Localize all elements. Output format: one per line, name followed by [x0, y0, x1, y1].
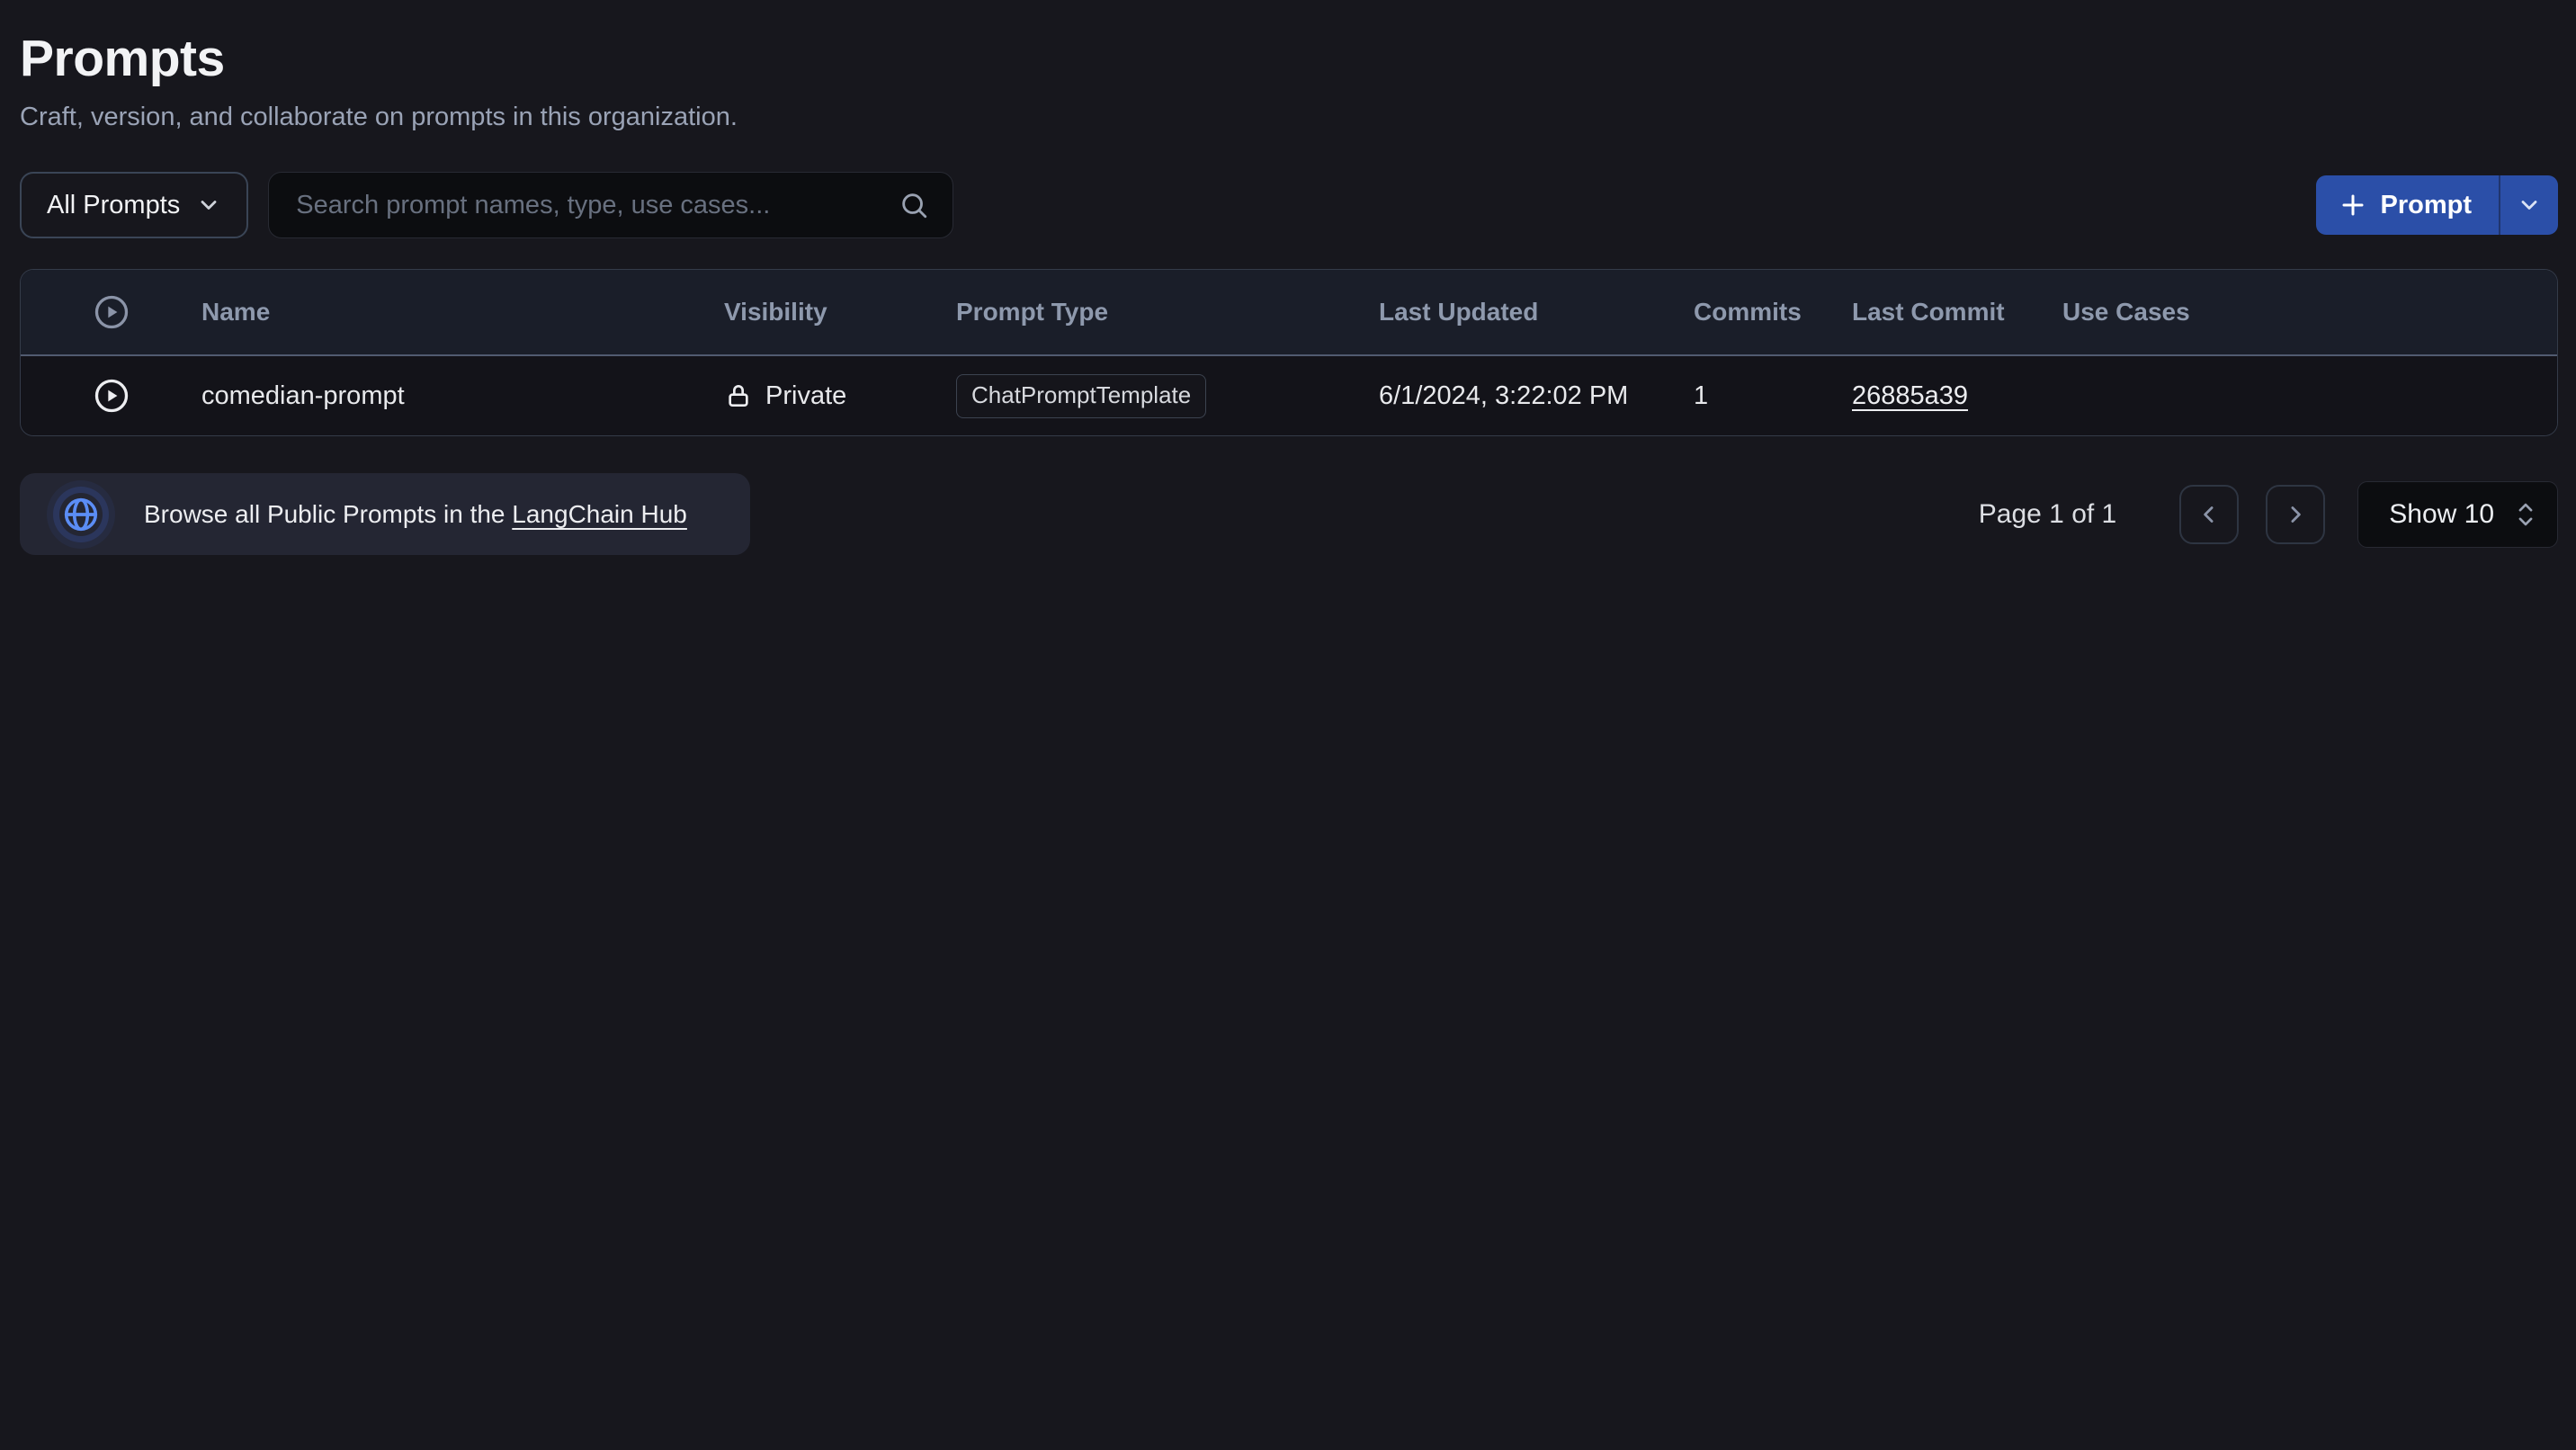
column-header-visibility: Visibility	[724, 298, 956, 327]
new-prompt-split-button: Prompt	[2316, 175, 2559, 235]
hub-banner-text: Browse all Public Prompts in the LangCha…	[144, 500, 687, 529]
prompt-name[interactable]: comedian-prompt	[201, 381, 724, 411]
visibility-value: Private	[765, 381, 846, 411]
commits-count: 1	[1694, 381, 1852, 411]
new-prompt-button[interactable]: Prompt	[2316, 175, 2501, 235]
table-row[interactable]: comedian-prompt Private ChatPromptTempla…	[21, 356, 2557, 435]
toolbar: All Prompts Prompt	[20, 172, 2558, 238]
chevron-left-icon	[2196, 501, 2223, 528]
toolbar-right: Prompt	[2316, 175, 2559, 235]
prompts-page: Prompts Craft, version, and collaborate …	[0, 0, 2576, 555]
previous-page-button[interactable]	[2179, 485, 2239, 544]
hub-banner-prefix: Browse all Public Prompts in the	[144, 500, 512, 528]
new-prompt-label: Prompt	[2381, 191, 2473, 220]
chevron-right-icon	[2282, 501, 2309, 528]
page-title: Prompts	[20, 29, 2558, 88]
column-header-last-updated: Last Updated	[1379, 298, 1694, 327]
prompt-type-badge: ChatPromptTemplate	[956, 374, 1206, 418]
langchain-hub-link[interactable]: LangChain Hub	[512, 500, 687, 528]
playground-column-icon	[21, 292, 201, 332]
prompts-filter-dropdown[interactable]: All Prompts	[20, 172, 248, 238]
search-input[interactable]	[296, 191, 899, 220]
pagination: Page 1 of 1 Show 10	[1979, 481, 2558, 548]
page-subtitle: Craft, version, and collaborate on promp…	[20, 103, 2558, 132]
globe-icon	[59, 493, 103, 536]
lock-icon	[724, 381, 753, 410]
langchain-hub-banner: Browse all Public Prompts in the LangCha…	[20, 473, 750, 555]
prompt-type-cell: ChatPromptTemplate	[956, 374, 1379, 418]
up-down-chevrons-icon	[2514, 499, 2537, 530]
page-status: Page 1 of 1	[1979, 499, 2116, 530]
next-page-button[interactable]	[2266, 485, 2325, 544]
visibility-cell: Private	[724, 381, 956, 411]
open-in-playground-button[interactable]	[21, 376, 201, 416]
last-updated-value: 6/1/2024, 3:22:02 PM	[1379, 381, 1694, 411]
page-size-select[interactable]: Show 10	[2357, 481, 2558, 548]
footer-row: Browse all Public Prompts in the LangCha…	[20, 473, 2558, 555]
chevron-down-icon	[196, 192, 221, 218]
filter-label: All Prompts	[47, 191, 180, 220]
column-header-use-cases: Use Cases	[2062, 298, 2557, 327]
new-prompt-menu-button[interactable]	[2500, 175, 2558, 235]
column-header-name: Name	[201, 298, 724, 327]
table-header-row: Name Visibility Prompt Type Last Updated…	[21, 270, 2557, 356]
column-header-prompt-type: Prompt Type	[956, 298, 1379, 327]
last-commit-link[interactable]: 26885a39	[1852, 381, 1968, 410]
column-header-last-commit: Last Commit	[1852, 298, 2062, 327]
plus-icon	[2339, 192, 2366, 219]
prompts-table: Name Visibility Prompt Type Last Updated…	[20, 269, 2558, 436]
search-box	[268, 172, 953, 238]
chevron-down-icon	[2517, 192, 2542, 218]
page-size-label: Show 10	[2389, 499, 2494, 530]
column-header-commits: Commits	[1694, 298, 1852, 327]
search-icon	[899, 190, 929, 220]
